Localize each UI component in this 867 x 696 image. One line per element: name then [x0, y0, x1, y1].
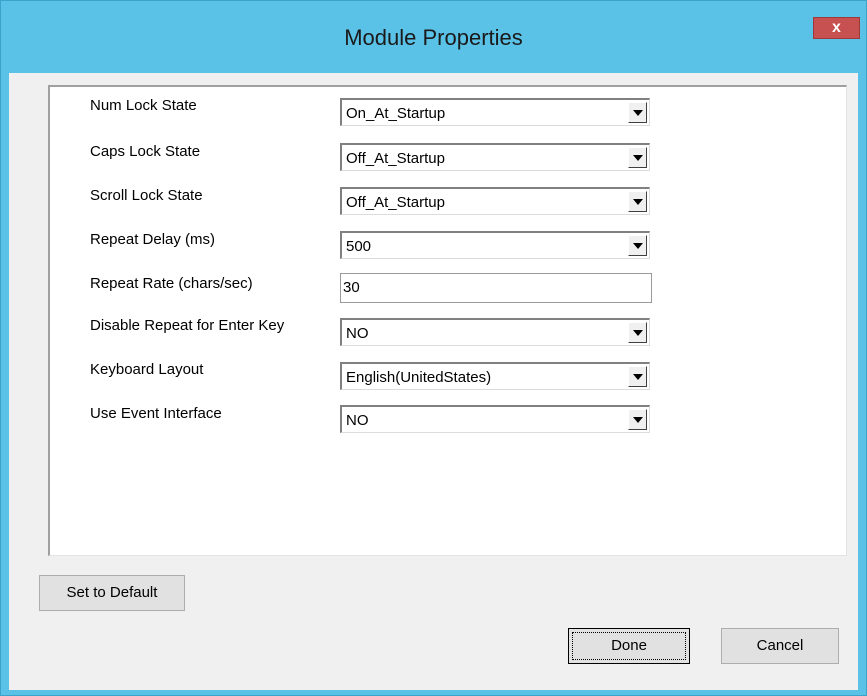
chevron-down-icon[interactable] [628, 366, 647, 387]
chevron-down-icon[interactable] [628, 322, 647, 343]
repeat-delay-value: 500 [346, 238, 372, 255]
set-to-default-button[interactable]: Set to Default [39, 575, 185, 611]
chevron-down-icon[interactable] [628, 147, 647, 168]
use-event-interface-label: Use Event Interface [90, 405, 222, 422]
done-button[interactable]: Done [568, 628, 690, 664]
repeat-rate-field[interactable] [340, 273, 652, 303]
disable-repeat-enter-select[interactable]: NO [340, 318, 650, 346]
caps-lock-state-value: Off_At_Startup [346, 150, 445, 167]
scroll-lock-state-select[interactable]: Off_At_Startup [340, 187, 650, 215]
close-button[interactable]: x [813, 17, 860, 39]
close-icon: x [832, 19, 841, 36]
cancel-button[interactable]: Cancel [721, 628, 839, 664]
chevron-down-icon[interactable] [628, 102, 647, 123]
num-lock-state-label: Num Lock State [90, 97, 197, 114]
disable-repeat-enter-value: NO [346, 325, 369, 342]
repeat-delay-select[interactable]: 500 [340, 231, 650, 259]
keyboard-layout-label: Keyboard Layout [90, 361, 204, 378]
caps-lock-state-label: Caps Lock State [90, 143, 201, 160]
num-lock-state-value: On_At_Startup [346, 105, 446, 122]
module-properties-window: Module Properties x Num Lock State On_At… [0, 0, 867, 696]
keyboard-layout-value: English(UnitedStates) [346, 369, 492, 386]
repeat-delay-label: Repeat Delay (ms) [90, 231, 216, 248]
scroll-lock-state-value: Off_At_Startup [346, 194, 445, 211]
title-bar[interactable]: Module Properties x [1, 1, 866, 73]
window-title: Module Properties [344, 25, 523, 50]
chevron-down-icon[interactable] [628, 235, 647, 256]
use-event-interface-value: NO [346, 412, 369, 429]
chevron-down-icon[interactable] [628, 191, 647, 212]
disable-repeat-enter-label: Disable Repeat for Enter Key [90, 317, 285, 334]
properties-panel: Num Lock State On_At_Startup Caps Lock S… [48, 85, 847, 556]
num-lock-state-select[interactable]: On_At_Startup [340, 98, 650, 126]
scroll-lock-state-label: Scroll Lock State [90, 187, 203, 204]
use-event-interface-select[interactable]: NO [340, 405, 650, 433]
dialog-client-area: Num Lock State On_At_Startup Caps Lock S… [9, 73, 858, 690]
chevron-down-icon[interactable] [628, 409, 647, 430]
repeat-rate-label: Repeat Rate (chars/sec) [90, 275, 253, 292]
caps-lock-state-select[interactable]: Off_At_Startup [340, 143, 650, 171]
repeat-rate-input[interactable] [341, 274, 643, 300]
keyboard-layout-select[interactable]: English(UnitedStates) [340, 362, 650, 390]
